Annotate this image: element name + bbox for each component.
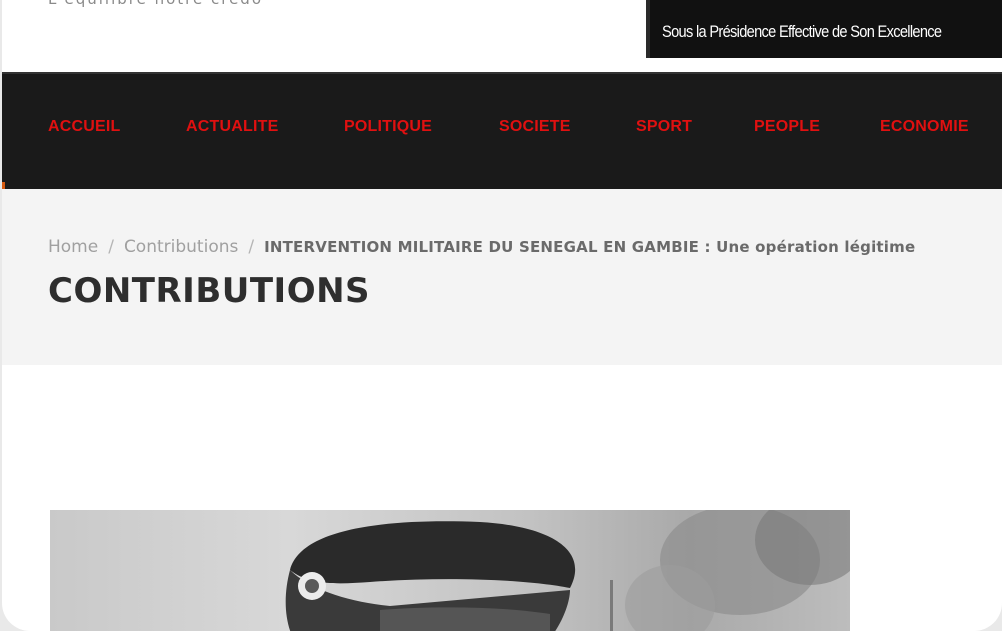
nav-item-politique[interactable]: POLITIQUE — [344, 118, 432, 136]
breadcrumb-current-article: INTERVENTION MILITAIRE DU SENEGAL EN GAM… — [264, 238, 916, 256]
soldier-photo-illustration — [285, 510, 850, 631]
browser-viewport: L'équilibre notre crédo Sous la Présiden… — [2, 0, 1002, 631]
header-banner-ad[interactable]: Sous la Présidence Effective de Son Exce… — [646, 0, 1002, 58]
page-title: CONTRIBUTIONS — [48, 271, 371, 311]
nav-item-accueil[interactable]: ACCUEIL — [48, 118, 121, 136]
main-navigation: ACCUEIL ACTUALITE POLITIQUE SOCIETE SPOR… — [2, 72, 1002, 200]
nav-item-people[interactable]: PEOPLE — [754, 118, 820, 136]
nav-item-societe[interactable]: SOCIETE — [499, 118, 571, 136]
banner-caption: Sous la Présidence Effective de Son Exce… — [662, 22, 942, 41]
breadcrumb-home-link[interactable]: Home — [48, 237, 98, 257]
site-tagline: L'équilibre notre crédo — [48, 0, 263, 8]
nav-item-economie[interactable]: ECONOMIE — [880, 118, 969, 136]
nav-item-sport[interactable]: SPORT — [636, 118, 692, 136]
nav-item-actualite[interactable]: ACTUALITE — [186, 118, 278, 136]
breadcrumb-separator: / — [248, 237, 255, 257]
breadcrumb: Home / Contributions / INTERVENTION MILITAIR… — [48, 237, 915, 257]
article-featured-photo[interactable] — [50, 510, 850, 631]
site-header: L'équilibre notre crédo Sous la Présiden… — [2, 0, 1002, 72]
page-heading-band: Home / Contributions / INTERVENTION MILITAIR… — [2, 189, 1002, 365]
breadcrumb-section-link[interactable]: Contributions — [124, 237, 238, 257]
breadcrumb-separator: / — [108, 237, 114, 257]
